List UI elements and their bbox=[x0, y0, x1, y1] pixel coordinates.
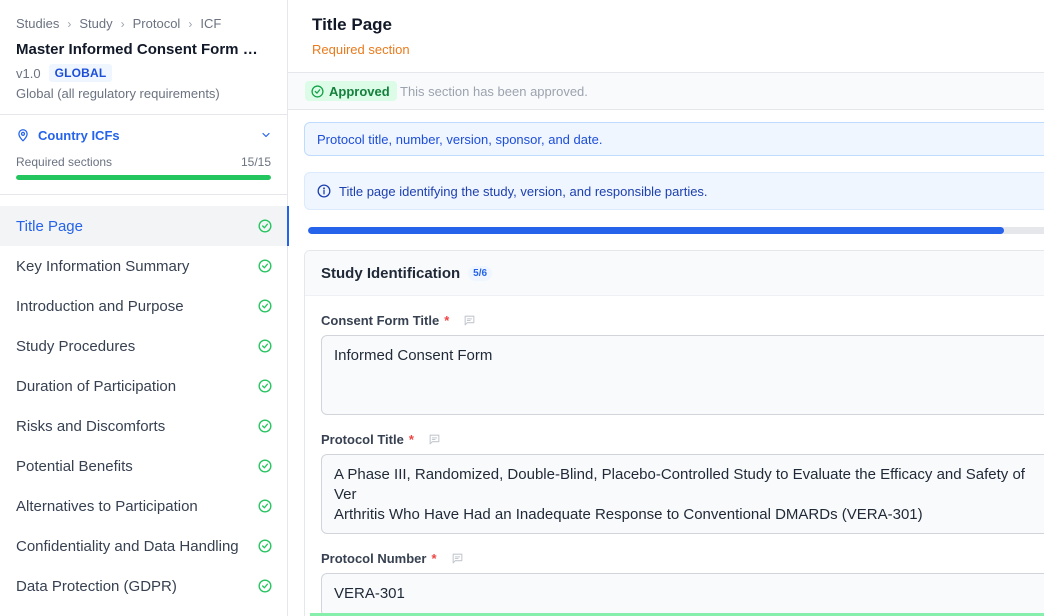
sidebar-section-item[interactable]: Risks and Discomforts bbox=[0, 406, 288, 446]
check-circle-icon bbox=[258, 499, 272, 513]
version-label: v1.0 bbox=[16, 65, 41, 81]
sidebar-section-label: Duration of Participation bbox=[16, 377, 177, 395]
sidebar-section-item[interactable]: Introduction and Purpose bbox=[0, 286, 288, 326]
section-info: Title page identifying the study, versio… bbox=[304, 172, 1044, 210]
field-label-text: Protocol Title bbox=[321, 432, 404, 447]
section-progress-fill bbox=[308, 227, 1004, 234]
protocol-title-field[interactable]: A Phase III, Randomized, Double-Blind, P… bbox=[321, 454, 1044, 534]
sidebar-section-item[interactable]: Title Page bbox=[0, 206, 289, 246]
sidebar-section-label: Study Procedures bbox=[16, 337, 136, 355]
chevron-down-icon bbox=[260, 129, 272, 141]
protocol-number-field[interactable]: VERA-301 bbox=[321, 573, 1044, 616]
required-section-label: Required section bbox=[312, 42, 410, 57]
consent-form-title-label: Consent Form Title * bbox=[321, 313, 476, 328]
country-icfs-toggle[interactable]: Country ICFs bbox=[16, 125, 272, 145]
sidebar-section-label: Alternatives to Participation bbox=[16, 497, 198, 515]
field-label-text: Consent Form Title bbox=[321, 313, 440, 328]
divider bbox=[0, 194, 287, 195]
sidebar-section-item[interactable]: Data Protection (GDPR) bbox=[0, 566, 288, 606]
check-circle-icon bbox=[258, 259, 272, 273]
required-indicator: * bbox=[408, 432, 414, 447]
required-sections-row: Required sections 15/15 bbox=[16, 155, 271, 169]
comment-icon[interactable] bbox=[463, 314, 476, 327]
scope-description: Global (all regulatory requirements) bbox=[16, 86, 220, 101]
country-icfs-label: Country ICFs bbox=[38, 127, 120, 143]
check-circle-icon bbox=[258, 459, 272, 473]
check-circle-icon bbox=[311, 84, 324, 98]
section-hint-text: Protocol title, number, version, sponsor… bbox=[317, 131, 603, 147]
check-circle-icon bbox=[258, 339, 272, 353]
field-label-text: Protocol Number bbox=[321, 551, 427, 566]
required-sections-count: 15/15 bbox=[240, 155, 271, 169]
breadcrumb-separator-icon: › bbox=[67, 16, 72, 31]
check-circle-icon bbox=[258, 379, 272, 393]
required-sections-label: Required sections bbox=[16, 155, 113, 169]
approved-badge: Approved bbox=[305, 81, 397, 101]
info-circle-icon bbox=[317, 184, 331, 198]
required-indicator: * bbox=[444, 313, 450, 328]
breadcrumb-studies[interactable]: Studies bbox=[16, 16, 59, 31]
check-circle-icon bbox=[258, 299, 272, 313]
approval-message: This section has been approved. bbox=[400, 84, 588, 99]
section-progress-bar bbox=[308, 227, 1044, 234]
check-circle-icon bbox=[258, 539, 272, 553]
document-title: Master Informed Consent Form — ... bbox=[16, 41, 268, 58]
required-sections-progress-fill bbox=[16, 175, 271, 180]
breadcrumb-separator-icon: › bbox=[188, 16, 193, 31]
sidebar-section-label: Introduction and Purpose bbox=[16, 297, 184, 315]
card-header[interactable]: Study Identification 5/6 bbox=[305, 251, 1044, 296]
section-nav: Title Page Key Information Summary Introdu… bbox=[0, 206, 289, 606]
sidebar-section-label: Confidentiality and Data Handling bbox=[16, 537, 239, 555]
divider bbox=[0, 114, 287, 115]
section-hint: Protocol title, number, version, sponsor… bbox=[304, 122, 1044, 156]
breadcrumb: Studies › Study › Protocol › ICF bbox=[16, 16, 221, 31]
section-info-text: Title page identifying the study, versio… bbox=[339, 183, 708, 199]
protocol-title-label: Protocol Title * bbox=[321, 432, 441, 447]
breadcrumb-icf[interactable]: ICF bbox=[200, 16, 221, 31]
sidebar-section-label: Data Protection (GDPR) bbox=[16, 577, 177, 595]
main-content: Title Page Required section Approved Thi… bbox=[288, 0, 1044, 616]
version-row: v1.0 GLOBAL bbox=[16, 64, 113, 82]
comment-icon[interactable] bbox=[428, 433, 441, 446]
card-count-badge: 5/6 bbox=[468, 265, 493, 281]
sidebar-section-item[interactable]: Key Information Summary bbox=[0, 246, 288, 286]
consent-form-title-field[interactable]: Informed Consent Form bbox=[321, 335, 1044, 415]
study-identification-card: Study Identification 5/6 Consent Form Ti… bbox=[304, 250, 1044, 616]
sidebar-section-item[interactable]: Confidentiality and Data Handling bbox=[0, 526, 288, 566]
breadcrumb-separator-icon: › bbox=[120, 16, 125, 31]
check-circle-icon bbox=[258, 419, 272, 433]
required-indicator: * bbox=[431, 551, 437, 566]
sidebar-section-label: Title Page bbox=[16, 217, 83, 235]
sidebar-section-item[interactable]: Potential Benefits bbox=[0, 446, 288, 486]
breadcrumb-study[interactable]: Study bbox=[79, 16, 112, 31]
sidebar-section-label: Potential Benefits bbox=[16, 457, 133, 475]
sidebar: Studies › Study › Protocol › ICF Master … bbox=[0, 0, 289, 616]
sidebar-section-item[interactable]: Alternatives to Participation bbox=[0, 486, 288, 526]
sidebar-section-label: Key Information Summary bbox=[16, 257, 190, 275]
breadcrumb-protocol[interactable]: Protocol bbox=[133, 16, 181, 31]
sidebar-section-item[interactable]: Duration of Participation bbox=[0, 366, 288, 406]
status-bar: Approved This section has been approved. bbox=[288, 73, 1044, 110]
page-title: Title Page bbox=[312, 15, 392, 34]
check-circle-icon bbox=[258, 579, 272, 593]
scope-badge: GLOBAL bbox=[48, 64, 113, 82]
approved-label: Approved bbox=[329, 83, 390, 99]
protocol-number-label: Protocol Number * bbox=[321, 551, 464, 566]
check-circle-icon bbox=[258, 219, 272, 233]
card-title: Study Identification bbox=[321, 264, 461, 282]
required-sections-progress bbox=[16, 175, 271, 180]
comment-icon[interactable] bbox=[451, 552, 464, 565]
sidebar-section-item[interactable]: Study Procedures bbox=[0, 326, 288, 366]
sidebar-section-label: Risks and Discomforts bbox=[16, 417, 166, 435]
map-pin-icon bbox=[16, 128, 30, 142]
